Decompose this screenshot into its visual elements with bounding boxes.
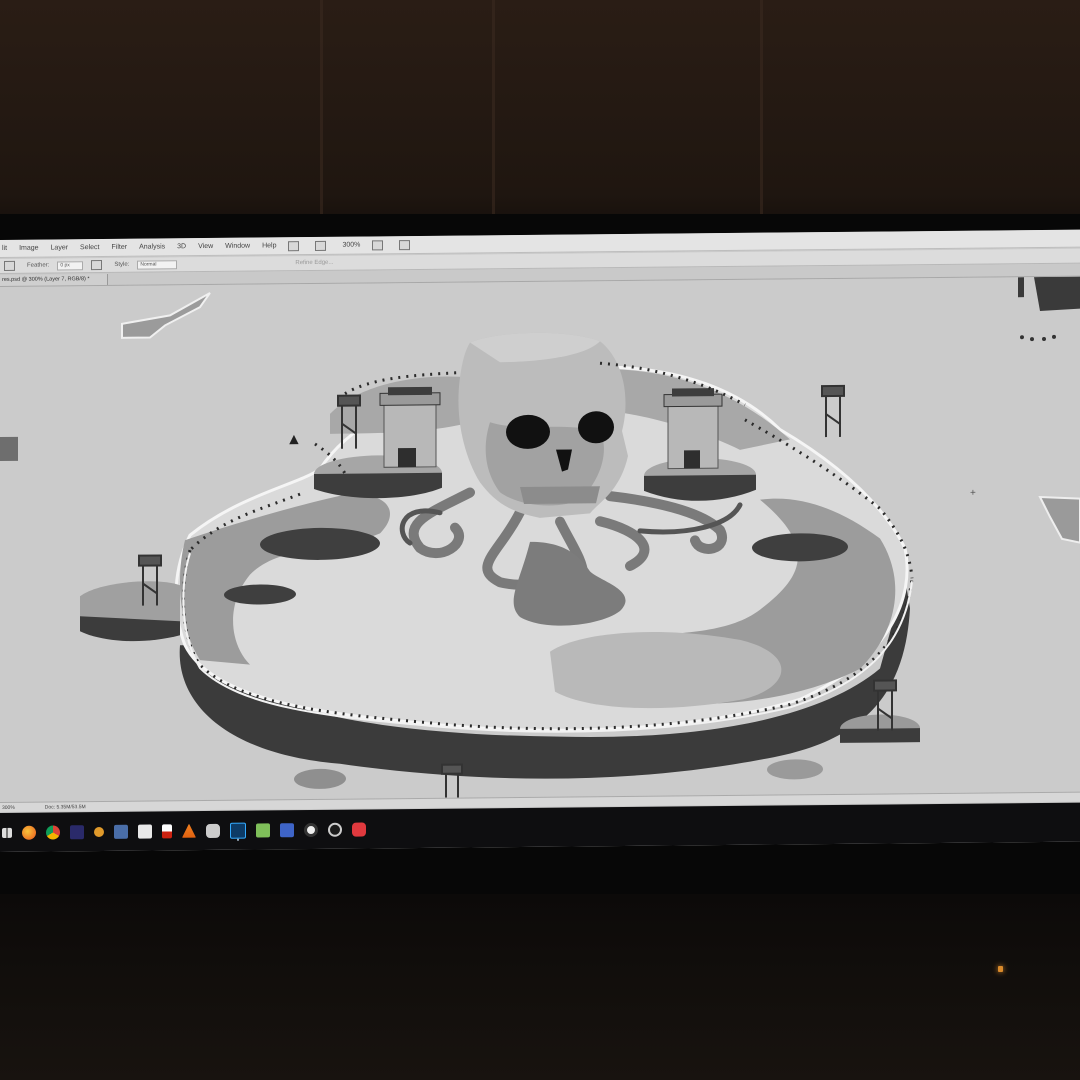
style-label: Style: — [114, 261, 130, 268]
marquee-tool-icon[interactable] — [4, 260, 15, 271]
app-icon[interactable] — [352, 821, 366, 837]
cursor-crosshair: + — [970, 488, 976, 499]
castle-tower-left — [379, 386, 441, 468]
zoom-dropdown[interactable]: 300% — [342, 242, 360, 249]
pool — [550, 632, 782, 709]
minibridge-icon[interactable] — [315, 240, 327, 251]
castle-tower-right — [663, 388, 723, 470]
vlc-icon[interactable] — [182, 824, 196, 838]
start-icon[interactable] — [2, 827, 12, 838]
platform-right-shadow — [840, 728, 920, 743]
desk — [0, 894, 1080, 1080]
feather-label: Feather: — [27, 262, 50, 269]
obs-icon[interactable] — [304, 822, 318, 837]
chrome-icon[interactable] — [46, 824, 60, 840]
menu-layer[interactable]: Layer — [51, 244, 69, 251]
screen: lit Image Layer Select Filter Analysis 3… — [0, 229, 1080, 852]
wall-seam — [492, 0, 495, 220]
folder-icon[interactable] — [94, 826, 104, 837]
firefox-icon[interactable] — [22, 825, 36, 840]
canvas[interactable]: + ▲ — [0, 276, 1080, 802]
photoshop-icon[interactable] — [230, 822, 246, 839]
photos-icon[interactable] — [114, 824, 128, 839]
status-zoom[interactable]: 300% — [2, 804, 15, 810]
antialias-checkbox[interactable] — [91, 260, 103, 271]
skull-teeth — [520, 486, 600, 504]
wall-seam — [760, 0, 763, 220]
wall-seam — [320, 0, 323, 220]
status-doc-size: Doc: 5.35M/53.5M — [44, 803, 86, 811]
menu-help[interactable]: Help — [262, 242, 276, 249]
menu-analysis[interactable]: Analysis — [139, 243, 165, 250]
dark-cliff — [1034, 276, 1080, 312]
monitor: lit Image Layer Select Filter Analysis 3… — [0, 214, 1080, 894]
menu-3d[interactable]: 3D — [177, 243, 186, 250]
menu-image[interactable]: Image — [19, 245, 38, 252]
ae-icon[interactable] — [70, 824, 84, 839]
menu-window[interactable]: Window — [225, 243, 250, 250]
floating-island — [0, 436, 18, 461]
pdf-icon[interactable] — [162, 823, 172, 838]
style-select[interactable]: Normal — [137, 259, 178, 270]
screen-mode-icon[interactable] — [399, 239, 411, 250]
spire: ▲ — [286, 431, 302, 448]
menu-edit[interactable]: lit — [2, 245, 7, 252]
menu-view[interactable]: View — [198, 243, 213, 250]
excel-icon[interactable] — [138, 824, 152, 839]
power-led — [998, 966, 1003, 972]
vs-icon[interactable] — [280, 822, 294, 837]
menu-select[interactable]: Select — [80, 244, 99, 251]
feather-input[interactable]: 0 px — [57, 260, 84, 270]
chat-icon[interactable] — [206, 823, 220, 838]
arrange-icon[interactable] — [372, 239, 384, 250]
bridge-icon[interactable] — [288, 240, 300, 251]
steam-icon[interactable] — [328, 822, 342, 837]
menu-filter[interactable]: Filter — [112, 244, 128, 251]
dark-cliff — [1018, 277, 1024, 298]
refine-edge-button[interactable]: Refine Edge... — [295, 260, 333, 266]
notepad-icon[interactable] — [256, 822, 270, 838]
